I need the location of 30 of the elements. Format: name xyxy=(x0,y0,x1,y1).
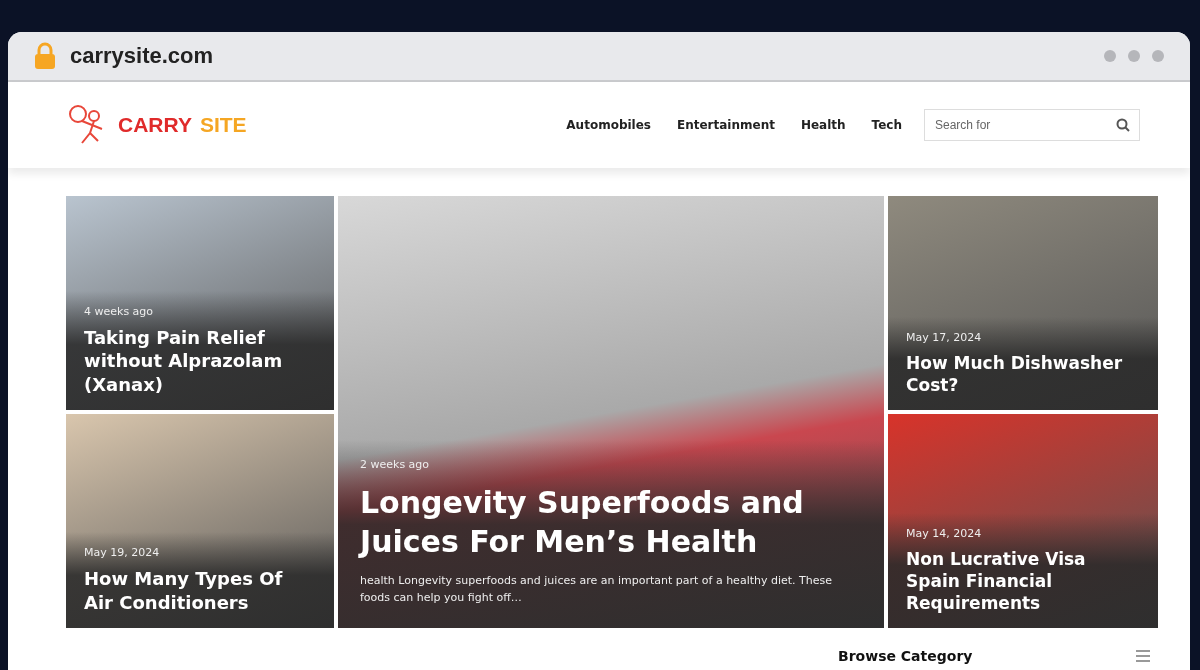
post-date: May 14, 2024 xyxy=(906,526,983,540)
post-card[interactable]: 4 weeks ago Taking Pain Relief without Alprazolam (Xanax) xyxy=(66,196,334,410)
nav-link[interactable]: Health xyxy=(800,118,846,132)
window-dot[interactable] xyxy=(1152,50,1164,62)
post-date: 2 weeks ago xyxy=(360,458,431,471)
post-date: May 17, 2024 xyxy=(906,330,983,344)
search-field[interactable]: Search for xyxy=(924,109,1140,141)
post-excerpt: health Longevity superfoods and juices are an important part of a healthy diet. These foods can help you fight off… xyxy=(360,573,834,606)
sidebar-heading: Browse Category xyxy=(838,648,973,664)
post-date: 4 weeks ago xyxy=(84,304,155,318)
logo-text[interactable]: CARRY xyxy=(118,113,192,137)
post-card[interactable]: May 19, 2024 How Many Types Of Air Conditioners xyxy=(66,414,334,628)
post-title[interactable]: Taking Pain Relief without Alprazolam (Xanax) xyxy=(84,325,316,396)
window-dot[interactable] xyxy=(1128,50,1140,62)
post-card[interactable]: May 14, 2024 Non Lucrative Visa Spain Financial Requirements xyxy=(888,414,1158,628)
post-title[interactable]: Non Lucrative Visa Spain Financial Requirements xyxy=(906,547,1140,614)
window-dot[interactable] xyxy=(1104,50,1116,62)
post-title[interactable]: Longevity Superfoods and Juices For Men’s Health xyxy=(360,483,862,561)
post-date: May 19, 2024 xyxy=(84,546,161,560)
nav-link[interactable]: Entertainment xyxy=(677,118,775,132)
search-icon[interactable] xyxy=(1116,118,1130,132)
post-title[interactable]: How Many Types Of Air Conditioners xyxy=(84,567,316,614)
menu-icon[interactable] xyxy=(1136,650,1150,662)
featured-post-card[interactable]: 2 weeks ago Longevity Superfoods and Juices For Men’s Health health Longevity superfoods and juices are an important part of a healthy diet. These foods can help you fight off… xyxy=(338,196,884,628)
url-text[interactable]: carrysite.com xyxy=(70,43,214,69)
post-card[interactable]: May 17, 2024 How Much Dishwasher Cost? xyxy=(888,196,1158,410)
nav-link[interactable]: Tech xyxy=(871,118,902,132)
nav-link[interactable]: Automobiles xyxy=(566,118,651,132)
post-title[interactable]: How Much Dishwasher Cost? xyxy=(906,351,1140,396)
padlock-icon xyxy=(34,42,56,70)
